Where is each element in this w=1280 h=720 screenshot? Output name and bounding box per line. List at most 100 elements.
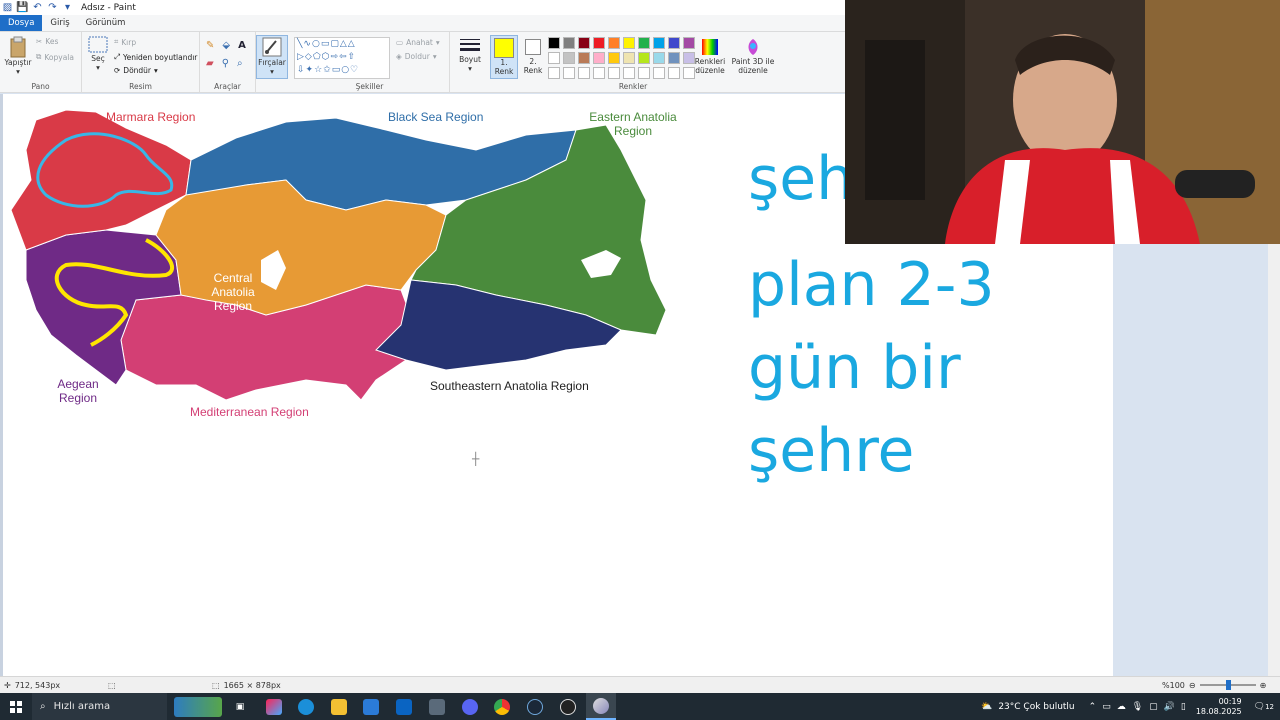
volume-icon[interactable]: 🔊 — [1164, 702, 1175, 712]
paint3d-button[interactable]: Paint 3D ile düzenle — [730, 37, 776, 75]
palette-color-swatch[interactable] — [593, 52, 605, 64]
eraser-icon[interactable]: ▰ — [206, 58, 214, 69]
weather-icon[interactable]: ⛅ — [981, 702, 992, 712]
redo-icon[interactable]: ↷ — [47, 2, 58, 13]
store-icon[interactable] — [362, 693, 380, 720]
palette-color-swatch[interactable] — [548, 37, 560, 49]
paint3d-icon — [748, 39, 758, 55]
palette-color-swatch[interactable] — [593, 67, 605, 79]
chevron-up-icon[interactable]: ⌃ — [1089, 702, 1097, 712]
color-picker-icon[interactable]: ⚲ — [222, 58, 229, 69]
outlook-icon[interactable] — [395, 693, 413, 720]
scissors-icon: ✂ — [36, 37, 43, 46]
palette-color-swatch[interactable] — [668, 67, 680, 79]
edge-icon[interactable] — [297, 693, 315, 720]
palette-color-swatch[interactable] — [653, 37, 665, 49]
palette-color-swatch[interactable] — [623, 67, 635, 79]
vertical-scrollbar[interactable] — [1268, 244, 1280, 676]
battery-icon[interactable]: ▯ — [1181, 702, 1186, 712]
select-button[interactable]: Seç ▾ — [86, 36, 110, 72]
obs-icon[interactable] — [559, 693, 577, 720]
palette-color-swatch[interactable] — [563, 52, 575, 64]
tab-home[interactable]: Giriş — [42, 15, 77, 31]
taskbar-search[interactable]: ⌕ Hızlı arama — [32, 693, 167, 720]
notification-icon[interactable]: 🗨 — [1254, 702, 1265, 712]
rotate-button[interactable]: ⟳ Döndür ▾ — [114, 66, 158, 75]
undo-icon[interactable]: ↶ — [32, 2, 43, 13]
edit-colors-button[interactable]: Renkleri düzenle — [693, 37, 727, 75]
paint-taskbar-icon[interactable] — [586, 693, 616, 720]
start-button[interactable] — [6, 693, 26, 720]
quick-access-dropdown-icon[interactable]: ▾ — [62, 2, 73, 13]
text-tool-icon[interactable]: A — [238, 40, 246, 51]
zoom-slider-thumb[interactable] — [1225, 680, 1231, 690]
palette-color-swatch[interactable] — [623, 37, 635, 49]
task-view-icon[interactable]: ▣ — [232, 693, 248, 720]
palette-color-swatch[interactable] — [563, 67, 575, 79]
discord-icon[interactable] — [461, 693, 479, 720]
palette-color-swatch[interactable] — [548, 67, 560, 79]
cut-label: Kes — [45, 37, 59, 46]
size-button[interactable]: Boyut ▾ — [454, 37, 486, 73]
copilot-icon[interactable] — [265, 693, 283, 720]
crop-button[interactable]: ⌗ Kırp — [114, 37, 136, 47]
microphone-icon[interactable]: 🎙 — [1132, 702, 1143, 712]
search-highlight-image[interactable] — [172, 693, 224, 720]
palette-color-swatch[interactable] — [578, 52, 590, 64]
tab-file[interactable]: Dosya — [0, 15, 43, 31]
title-bar: ▨ 💾 ↶ ↷ ▾ Adsız - Paint — [0, 0, 845, 15]
palette-color-swatch[interactable] — [623, 52, 635, 64]
palette-color-swatch[interactable] — [548, 52, 560, 64]
file-explorer-icon[interactable] — [330, 693, 348, 720]
palette-color-swatch[interactable] — [638, 37, 650, 49]
resize-button[interactable]: ⤢ Yeniden boyutlandır — [114, 52, 197, 62]
fill-bucket-icon[interactable]: ⬙ — [222, 40, 230, 51]
shapes-gallery[interactable]: ╲∿○▭▢△△ ▷◇⬠⬡⇨⇦⇧ ⇩✦☆✩▭○♡ — [294, 37, 390, 79]
palette-color-swatch[interactable] — [608, 52, 620, 64]
palette-color-swatch[interactable] — [578, 37, 590, 49]
save-icon[interactable]: 💾 — [16, 2, 28, 13]
palette-color-swatch[interactable] — [563, 37, 575, 49]
tab-view[interactable]: Görünüm — [78, 15, 134, 31]
palette-color-swatch[interactable] — [608, 37, 620, 49]
color2-button[interactable]: 2. Renk — [520, 35, 546, 75]
outline-button[interactable]: ▭ Anahat ▾ — [396, 38, 440, 47]
copy-button[interactable]: ⧉ Kopyala — [36, 52, 74, 62]
palette-color-swatch[interactable] — [653, 52, 665, 64]
palette-color-swatch[interactable] — [638, 67, 650, 79]
paint-app-icon: ▨ — [2, 2, 13, 13]
shapes-row-1: ╲∿○▭▢△△ — [297, 39, 356, 49]
network-icon[interactable]: ▢ — [1149, 702, 1158, 712]
zoom-in-button[interactable]: ⊕ — [1260, 681, 1267, 690]
palette-color-swatch[interactable] — [653, 67, 665, 79]
cursor-position-value: 712, 543px — [14, 680, 61, 690]
palette-color-swatch[interactable] — [638, 52, 650, 64]
image-size-value: 1665 × 878px — [223, 680, 281, 690]
image-size-icon: ⬚ — [212, 680, 220, 690]
paste-button[interactable]: Yapıştır ▾ — [4, 36, 32, 76]
zoom-out-button[interactable]: ⊖ — [1189, 681, 1196, 690]
zoom-level: %100 — [1162, 680, 1185, 690]
clock[interactable]: 00:19 18.08.2025 — [1196, 697, 1242, 717]
palette-color-swatch[interactable] — [578, 67, 590, 79]
label-central-anatolia-region: Central Anatolia Region — [211, 271, 255, 313]
tray-app-icon[interactable]: ▭ — [1102, 702, 1111, 712]
brushes-button[interactable]: Fırçalar ▾ — [256, 35, 288, 79]
color1-button[interactable]: 1. Renk — [490, 35, 518, 79]
zoom-slider[interactable] — [1199, 680, 1256, 690]
tray-cloud-icon[interactable]: ☁ — [1117, 702, 1126, 712]
clipboard-group-label: Pano — [31, 82, 50, 91]
steam-icon[interactable] — [526, 693, 544, 720]
magnifier-icon[interactable]: ⌕ — [237, 58, 243, 69]
palette-color-swatch[interactable] — [608, 67, 620, 79]
palette-color-swatch[interactable] — [668, 52, 680, 64]
fill-button[interactable]: ◈ Doldur ▾ — [396, 52, 437, 61]
palette-color-swatch[interactable] — [668, 37, 680, 49]
image-group-label: Resim — [129, 82, 152, 91]
weather-text[interactable]: 23°C Çok bulutlu — [998, 702, 1074, 712]
palette-color-swatch[interactable] — [593, 37, 605, 49]
chrome-icon[interactable] — [493, 693, 511, 720]
cut-button[interactable]: ✂ Kes — [36, 37, 58, 46]
app-icon-6[interactable] — [428, 693, 446, 720]
pencil-icon[interactable]: ✎ — [206, 40, 214, 51]
